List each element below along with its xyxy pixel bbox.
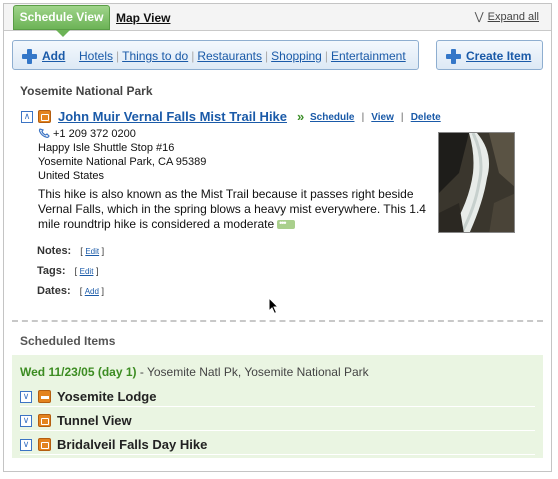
- item-title-link[interactable]: John Muir Vernal Falls Mist Trail Hike: [58, 109, 287, 124]
- address-line-2: Yosemite National Park, CA 95389: [38, 156, 207, 168]
- bed-icon: [38, 390, 51, 403]
- separator: |: [265, 49, 269, 63]
- category-links: Hotels | Things to do | Restaurants | Shopping…: [79, 49, 406, 63]
- waterfall-image: [439, 133, 514, 232]
- separator: |: [191, 49, 195, 63]
- phone-icon: [38, 128, 50, 138]
- tags-edit-link[interactable]: Edit: [80, 267, 94, 276]
- plus-icon[interactable]: [21, 48, 37, 64]
- location-title: Yosemite National Park: [20, 84, 153, 98]
- create-item-button[interactable]: Create Item: [436, 40, 543, 70]
- ellipsis-more-icon[interactable]: [277, 216, 296, 231]
- waterfall-photo: [438, 132, 515, 233]
- bracket-close: ]: [101, 246, 105, 256]
- day-date: Wed 11/23/05 (day 1): [20, 365, 137, 379]
- separator: |: [324, 49, 328, 63]
- camera-icon: [38, 414, 51, 427]
- create-item-label: Create Item: [466, 49, 532, 63]
- bracket-open: [: [74, 266, 78, 276]
- item-actions: Schedule | View | Delete: [310, 112, 441, 123]
- scheduled-item[interactable]: ∨ Yosemite Lodge: [20, 387, 535, 407]
- expand-icon[interactable]: ∨: [20, 391, 32, 403]
- scheduled-items-title: Scheduled Items: [20, 334, 116, 348]
- scheduled-item-name: Yosemite Lodge: [57, 389, 157, 404]
- phone-number: +1 209 372 0200: [53, 128, 136, 140]
- bracket-close: ]: [95, 266, 99, 276]
- tab-bar: Schedule View Map View ⋁ Expand all: [4, 4, 551, 37]
- separator: |: [361, 112, 365, 123]
- schedule-panel: Schedule View Map View ⋁ Expand all Add H…: [3, 3, 552, 472]
- dates-label: Dates:: [37, 285, 71, 297]
- expand-all-link[interactable]: ⋁ Expand all: [475, 11, 539, 23]
- tab-map-view[interactable]: Map View: [116, 11, 170, 25]
- scheduled-item[interactable]: ∨ Bridalveil Falls Day Hike: [20, 435, 535, 455]
- dates-add-bracket: [ Add ]: [80, 286, 104, 296]
- schedule-link[interactable]: Schedule: [310, 112, 354, 123]
- tab-schedule-view[interactable]: Schedule View: [13, 5, 110, 37]
- day-header: Wed 11/23/05 (day 1) - Yosemite Natl Pk,…: [20, 365, 369, 379]
- category-hotels[interactable]: Hotels: [79, 49, 113, 63]
- notes-edit-bracket: [ Edit ]: [80, 246, 104, 256]
- delete-link[interactable]: Delete: [411, 112, 441, 123]
- description-text: This hike is also known as the Mist Trai…: [38, 187, 426, 231]
- double-chevron-down-icon: ⋁: [474, 11, 484, 23]
- category-shopping[interactable]: Shopping: [271, 49, 322, 63]
- dates-row: Dates: [ Add ]: [37, 285, 104, 297]
- address-country: United States: [38, 170, 105, 182]
- day-location: - Yosemite Natl Pk, Yosemite National Pa…: [136, 365, 369, 379]
- camera-icon: [38, 110, 51, 123]
- item-description: This hike is also known as the Mist Trai…: [38, 187, 428, 232]
- section-divider: [12, 320, 543, 322]
- scheduled-day-section: Wed 11/23/05 (day 1) - Yosemite Natl Pk,…: [12, 355, 543, 458]
- add-toolbar: Add Hotels | Things to do | Restaurants | Shop…: [12, 40, 419, 70]
- separator: |: [400, 112, 404, 123]
- raquo-icon: »: [297, 109, 305, 124]
- bracket-close: ]: [101, 286, 104, 296]
- scheduled-item-name: Tunnel View: [57, 413, 132, 428]
- bracket-open: [: [79, 286, 83, 296]
- view-link[interactable]: View: [371, 112, 394, 123]
- category-entertainment[interactable]: Entertainment: [331, 49, 406, 63]
- bracket-open: [: [80, 246, 83, 256]
- category-restaurants[interactable]: Restaurants: [197, 49, 262, 63]
- scheduled-item-name: Bridalveil Falls Day Hike: [57, 437, 208, 452]
- scheduled-item[interactable]: ∨ Tunnel View: [20, 411, 535, 431]
- expand-all-label: Expand all: [487, 11, 539, 23]
- tags-edit-bracket: [ Edit ]: [75, 266, 99, 276]
- separator: |: [116, 49, 120, 63]
- collapse-icon[interactable]: ∧: [21, 111, 33, 123]
- notes-edit-link[interactable]: Edit: [85, 247, 99, 256]
- notes-row: Notes: [ Edit ]: [37, 245, 104, 257]
- mouse-cursor-icon: [268, 297, 280, 315]
- tags-row: Tags: [ Edit ]: [37, 265, 98, 277]
- expand-icon[interactable]: ∨: [20, 439, 32, 451]
- category-things-to-do[interactable]: Things to do: [122, 49, 188, 63]
- plus-icon: [445, 48, 461, 64]
- dates-add-link[interactable]: Add: [85, 287, 99, 296]
- address-line-1: Happy Isle Shuttle Stop #16: [38, 142, 175, 154]
- add-button[interactable]: Add: [42, 49, 65, 63]
- tags-label: Tags:: [37, 265, 66, 277]
- camera-icon: [38, 438, 51, 451]
- expand-icon[interactable]: ∨: [20, 415, 32, 427]
- notes-label: Notes:: [37, 245, 72, 257]
